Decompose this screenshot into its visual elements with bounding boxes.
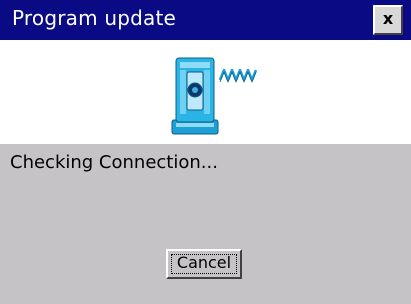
window-title: Program update [12, 6, 177, 30]
status-message: Checking Connection... [10, 152, 218, 173]
icon-area [0, 40, 411, 144]
status-panel: Checking Connection... Cancel [0, 144, 411, 304]
title-bar: Program update x [0, 0, 411, 40]
cancel-button[interactable]: Cancel [166, 249, 242, 279]
program-update-dialog: Program update x Checking Connection... … [0, 0, 411, 304]
cancel-button-label: Cancel [176, 253, 232, 272]
close-button[interactable]: x [373, 5, 403, 35]
total-station-wireless-icon [171, 57, 258, 135]
